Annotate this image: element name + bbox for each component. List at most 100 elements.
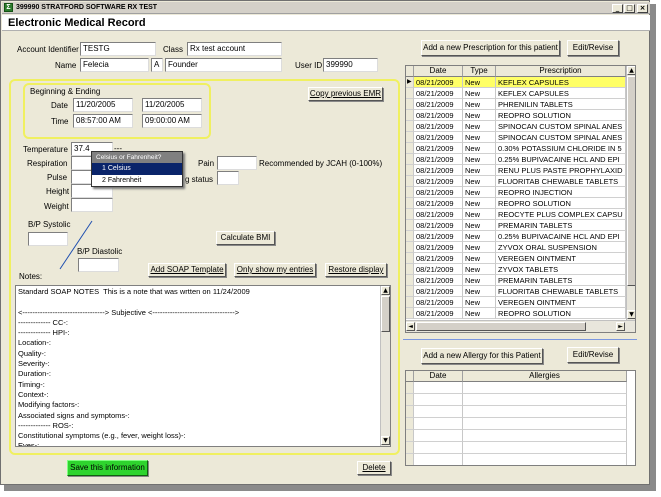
table-row[interactable]: 08/21/2009 New FLUORITAB CHEWABLE TABLETS	[406, 176, 626, 187]
maximize-icon[interactable]: □	[624, 4, 635, 13]
table-row[interactable]	[406, 394, 627, 406]
pain-field[interactable]	[217, 156, 257, 170]
prescription-hscrollbar[interactable]: ◄ ►	[406, 320, 635, 332]
scroll-up-icon[interactable]: ▲	[627, 66, 635, 75]
table-row[interactable]: 08/21/2009 New REOCYTE PLUS COMPLEX CAPSU	[406, 209, 626, 220]
table-row[interactable]: 08/21/2009 New ZYVOX TABLETS	[406, 264, 626, 275]
column-header-prescription[interactable]: Prescription	[496, 66, 626, 77]
date-begin-field[interactable]: 11/20/2005	[73, 98, 133, 112]
column-header-type[interactable]: Type	[463, 66, 496, 77]
edit-prescription-button[interactable]: Edit/Revise	[567, 40, 619, 56]
table-row[interactable]	[406, 418, 627, 430]
row-indicator[interactable]	[406, 297, 414, 308]
calculate-bmi-button[interactable]: Calculate BMI	[216, 231, 275, 245]
row-indicator[interactable]	[406, 154, 414, 165]
row-indicator[interactable]: ▶	[406, 77, 414, 88]
row-indicator[interactable]	[406, 99, 414, 110]
row-indicator[interactable]	[406, 110, 414, 121]
scroll-left-icon[interactable]: ◄	[406, 322, 415, 331]
column-header-date[interactable]: Date	[414, 66, 463, 77]
close-icon[interactable]: ×	[637, 4, 648, 13]
table-row[interactable]: 08/21/2009 New VEREGEN OINTMENT	[406, 253, 626, 264]
table-row[interactable]: 08/21/2009 New FLUORITAB CHEWABLE TABLETS	[406, 286, 626, 297]
row-indicator[interactable]	[406, 198, 414, 209]
row-indicator[interactable]	[406, 132, 414, 143]
delete-button[interactable]: Delete	[357, 461, 391, 475]
row-indicator[interactable]	[406, 275, 414, 286]
row-indicator[interactable]	[406, 176, 414, 187]
row-indicator[interactable]	[406, 242, 414, 253]
table-row[interactable]: 08/21/2009 New KEFLEX CAPSULES	[406, 88, 626, 99]
time-end-field[interactable]: 09:00:00 AM	[142, 114, 202, 128]
table-row[interactable]: 08/21/2009 New PREMARIN TABLETS	[406, 275, 626, 286]
dropdown-option-celsius[interactable]: 1 Celsius	[92, 163, 182, 175]
table-row[interactable]: 08/21/2009 New ZYVOX ORAL SUSPENSION	[406, 242, 626, 253]
row-indicator[interactable]	[406, 209, 414, 220]
table-row[interactable]: 08/21/2009 New SPINOCAN CUSTOM SPINAL ANES	[406, 132, 626, 143]
copy-previous-emr-button[interactable]: Copy previous EMR	[308, 87, 383, 101]
status-field[interactable]	[217, 171, 239, 185]
allergy-grid[interactable]: Date Allergies	[405, 370, 636, 466]
table-row[interactable]: 08/21/2009 New 0.30% POTASSIUM CHLORIDE IN…	[406, 143, 626, 154]
temperature-unit-dropdown[interactable]: Celsius or Fahrenheit? 1 Celsius 2 Fahre…	[91, 151, 183, 187]
table-row[interactable]: 08/21/2009 New 0.25% BUPIVACAINE HCL AND E…	[406, 231, 626, 242]
row-indicator[interactable]	[406, 286, 414, 297]
hscroll-thumb[interactable]	[416, 322, 586, 331]
scroll-down-icon[interactable]: ▼	[627, 310, 635, 319]
prescription-vscrollbar[interactable]: ▲ ▼	[626, 66, 635, 320]
scroll-down-icon[interactable]: ▼	[381, 436, 390, 445]
table-row[interactable]	[406, 454, 627, 465]
table-row[interactable]: 08/21/2009 New PHRENILIN TABLETS	[406, 99, 626, 110]
user-id-field[interactable]: 399990	[323, 58, 378, 72]
minimize-icon[interactable]: _	[612, 4, 623, 13]
table-row[interactable]: 08/21/2009 New REOPRO INJECTION	[406, 187, 626, 198]
add-prescription-button[interactable]: Add a new Prescription for this patient	[421, 40, 560, 56]
add-soap-template-button[interactable]: Add SOAP Template	[148, 263, 226, 277]
table-row[interactable]	[406, 382, 627, 394]
column-header-date[interactable]: Date	[414, 371, 463, 382]
row-indicator[interactable]	[406, 121, 414, 132]
row-indicator[interactable]	[406, 264, 414, 275]
account-identifier-field[interactable]: TESTG	[80, 42, 156, 56]
row-indicator[interactable]	[406, 308, 414, 319]
bp-diastolic-field[interactable]	[78, 258, 119, 272]
last-name-field[interactable]: Founder	[165, 58, 282, 72]
table-row[interactable]: 08/21/2009 New REOPRO SOLUTION	[406, 198, 626, 209]
table-row[interactable]	[406, 406, 627, 418]
table-row[interactable]: 08/21/2009 New VEREGEN OINTMENT	[406, 297, 626, 308]
table-row[interactable]: 08/21/2009 New PREMARIN TABLETS	[406, 220, 626, 231]
dropdown-option-fahrenheit[interactable]: 2 Fahrenheit	[92, 175, 182, 187]
date-end-field[interactable]: 11/20/2005	[142, 98, 202, 112]
scroll-up-icon[interactable]: ▲	[381, 286, 390, 295]
notes-textarea[interactable]: Standard SOAP NOTES This is a note that …	[15, 285, 391, 447]
title-bar[interactable]: Σ 399990 STRATFORD SOFTWARE RX TEST _ □ …	[2, 2, 650, 14]
table-row[interactable]: ▶ 08/21/2009 New KEFLEX CAPSULES	[406, 77, 626, 88]
table-row[interactable]	[406, 430, 627, 442]
row-indicator[interactable]	[406, 253, 414, 264]
row-indicator[interactable]	[406, 165, 414, 176]
app-icon[interactable]: Σ	[4, 3, 13, 12]
table-row[interactable]: 08/21/2009 New RENU PLUS PASTE PROPHYLAXID	[406, 165, 626, 176]
row-indicator[interactable]	[406, 231, 414, 242]
row-indicator[interactable]	[406, 187, 414, 198]
row-indicator[interactable]	[406, 143, 414, 154]
row-indicator[interactable]	[406, 88, 414, 99]
table-row[interactable]: 08/21/2009 New 0.25% BUPIVACAINE HCL AND E…	[406, 154, 626, 165]
table-row[interactable]	[406, 442, 627, 454]
only-show-my-entries-button[interactable]: Only show my entries	[234, 263, 316, 277]
restore-display-button[interactable]: Restore display	[325, 263, 387, 277]
save-button[interactable]: Save this information	[67, 460, 148, 476]
first-name-field[interactable]: Felecia	[80, 58, 149, 72]
scroll-right-icon[interactable]: ►	[616, 322, 625, 331]
column-header-allergies[interactable]: Allergies	[463, 371, 627, 382]
table-row[interactable]: 08/21/2009 New SPINOCAN CUSTOM SPINAL ANES	[406, 121, 626, 132]
add-allergy-button[interactable]: Add a new Allergy for this Patient	[421, 348, 543, 364]
table-row[interactable]: 08/21/2009 New REOPRO SOLUTION	[406, 308, 626, 319]
middle-initial-field[interactable]: A	[151, 58, 163, 72]
scroll-thumb[interactable]	[381, 296, 390, 332]
row-indicator[interactable]	[406, 220, 414, 231]
prescription-grid[interactable]: Date Type Prescription ▶ 08/21/2009 New KEF…	[405, 65, 636, 333]
edit-allergy-button[interactable]: Edit/Revise	[567, 347, 619, 363]
class-field[interactable]: Rx test account	[187, 42, 282, 56]
table-row[interactable]: 08/21/2009 New REOPRO SOLUTION	[406, 110, 626, 121]
